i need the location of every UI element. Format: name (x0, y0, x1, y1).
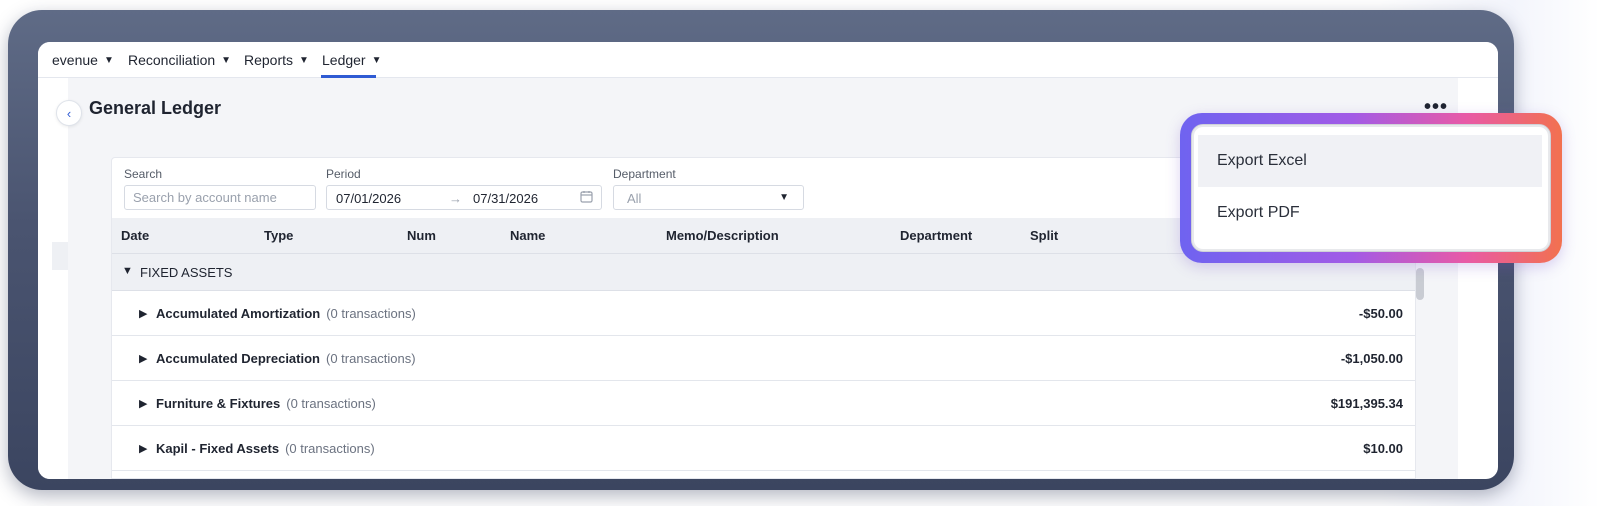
left-rail (38, 78, 68, 479)
nav-item-reconciliation[interactable]: Reconciliation ▼ (128, 52, 231, 68)
triangle-right-icon[interactable]: ▶ (139, 307, 147, 320)
nav-item-label: evenue (52, 52, 98, 68)
caret-down-icon: ▼ (221, 54, 232, 66)
caret-down-icon: ▼ (371, 54, 382, 66)
triangle-right-icon[interactable]: ▶ (139, 352, 147, 365)
period-end-date[interactable]: 07/31/2026 (473, 191, 538, 206)
account-name: Kapil - Fixed Assets (0 transactions) (156, 441, 375, 456)
arrow-right-icon: → (449, 191, 462, 206)
caret-down-icon: ▼ (103, 54, 114, 66)
column-header-memo[interactable]: Memo/Description (666, 228, 779, 243)
column-header-name[interactable]: Name (510, 228, 545, 243)
page-title: General Ledger (89, 98, 222, 118)
table-row[interactable]: ▶ Accumulated Amortization (0 transaction… (112, 291, 1415, 336)
department-value: All (627, 191, 642, 206)
table-row[interactable]: ▶ Furniture & Fixtures (0 transactions) $… (112, 381, 1415, 426)
column-header-num[interactable]: Num (407, 228, 436, 243)
account-name: Accumulated Depreciation (0 transactions) (156, 351, 416, 366)
rail-marker (52, 242, 68, 270)
account-amount: $10.00 (1363, 441, 1403, 456)
nav-item-label: Reports (244, 52, 294, 68)
nav-item-reports[interactable]: Reports ▼ (244, 52, 309, 68)
column-header-type[interactable]: Type (264, 228, 293, 243)
column-header-date[interactable]: Date (121, 228, 149, 243)
account-amount: -$50.00 (1358, 306, 1403, 321)
column-header-department[interactable]: Department (900, 228, 972, 243)
nav-item-label: Reconciliation (128, 52, 216, 68)
caret-down-icon: ▼ (779, 192, 789, 203)
department-select[interactable]: All ▼ (613, 185, 804, 210)
account-name: Accumulated Amortization (0 transactions) (156, 306, 416, 321)
nav-item-label: Ledger (322, 52, 366, 68)
period-range-picker[interactable]: 07/01/2026 → 07/31/2026 (326, 185, 602, 210)
triangle-down-icon[interactable]: ▼ (122, 265, 133, 277)
column-header-split[interactable]: Split (1030, 228, 1058, 243)
transaction-count: (0 transactions) (285, 441, 375, 456)
period-start-date[interactable]: 07/01/2026 (336, 191, 401, 206)
vertical-scrollbar[interactable] (1416, 268, 1424, 300)
export-excel-option[interactable]: Export Excel (1198, 135, 1542, 187)
nav-item-ledger[interactable]: Ledger ▼ (322, 52, 382, 68)
transaction-count: (0 transactions) (326, 306, 416, 321)
account-amount: $191,395.34 (1330, 396, 1403, 411)
nav-item-revenue[interactable]: evenue ▼ (52, 52, 114, 68)
table-row[interactable]: ▶ Accumulated Depreciation (0 transaction… (112, 336, 1415, 381)
search-input[interactable] (124, 185, 316, 210)
account-name: Furniture & Fixtures (0 transactions) (156, 396, 376, 411)
table-row[interactable]: ▶ Kapil - Fixed Assets (0 transactions) $… (112, 426, 1415, 471)
account-amount: -$1,050.00 (1340, 351, 1403, 366)
department-label: Department (613, 167, 676, 181)
export-pdf-option[interactable]: Export PDF (1198, 187, 1542, 239)
triangle-right-icon[interactable]: ▶ (139, 397, 147, 410)
search-label: Search (124, 167, 163, 181)
caret-down-icon: ▼ (299, 54, 309, 66)
group-label: FIXED ASSETS (140, 265, 233, 280)
chevron-left-icon: ‹ (66, 105, 72, 121)
top-nav: evenue ▼ Reconciliation ▼ Reports ▼ Ledg… (38, 42, 1498, 78)
transaction-count: (0 transactions) (286, 396, 376, 411)
transaction-count: (0 transactions) (326, 351, 416, 366)
triangle-right-icon[interactable]: ▶ (139, 442, 147, 455)
export-menu: Export Excel Export PDF (1191, 124, 1551, 252)
calendar-icon[interactable] (580, 190, 593, 206)
collapse-sidebar-button[interactable]: ‹ (56, 100, 82, 126)
period-label: Period (326, 167, 361, 181)
